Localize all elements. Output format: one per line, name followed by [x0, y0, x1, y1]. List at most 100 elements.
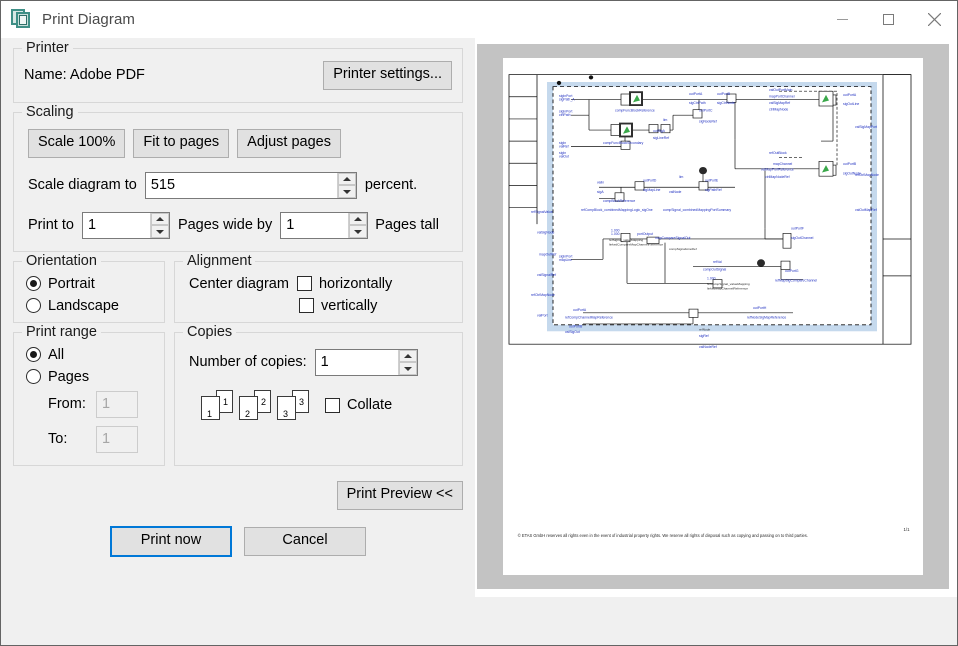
pages-tall-stepper[interactable]	[348, 213, 367, 238]
copies-stepper[interactable]	[398, 350, 417, 375]
svg-text:outPortD: outPortD	[643, 179, 657, 183]
svg-text:mapChannel: mapChannel	[773, 162, 793, 166]
pages-wide-up-icon[interactable]	[151, 213, 169, 226]
settings-pane: Printer Name: Adobe PDF Printer settings…	[1, 38, 475, 597]
svg-text:outSigA: outSigA	[653, 129, 666, 133]
radio-portrait[interactable]: Portrait	[26, 276, 154, 292]
pages-tall-input[interactable]: 1	[280, 212, 368, 239]
center-vertically-checkbox[interactable]	[299, 298, 314, 313]
copies-up-icon[interactable]	[399, 350, 417, 363]
from-page-value: 1	[97, 392, 137, 417]
scaling-legend: Scaling	[22, 104, 78, 120]
svg-text:sigCtrlPath: sigCtrlPath	[689, 101, 706, 105]
radio-all[interactable]: All	[26, 347, 154, 363]
number-of-copies-input[interactable]: 1	[315, 349, 418, 376]
diagram-window-icon	[11, 9, 33, 31]
svg-text:mapLine: mapLine	[559, 258, 572, 262]
collate-checkbox[interactable]	[325, 398, 340, 413]
pages-wide-down-icon[interactable]	[151, 225, 169, 238]
copies-legend: Copies	[183, 324, 236, 340]
alignment-group: Alignment Center diagram horizontally ve…	[174, 261, 463, 323]
radio-pages[interactable]: Pages	[26, 369, 154, 385]
svg-text:1.000: 1.000	[611, 229, 620, 233]
scale-diagram-label: Scale diagram to	[28, 177, 137, 193]
svg-text:valOutMapRef: valOutMapRef	[855, 208, 877, 212]
preview-toggle-row: Print Preview <<	[13, 481, 463, 510]
svg-text:ctrlPath: ctrlPath	[559, 113, 571, 117]
window-controls	[819, 1, 957, 38]
svg-text:sigCtrlNode: sigCtrlNode	[717, 101, 735, 105]
collate-illustration-icon: 1 1 2 2 3 3	[201, 390, 315, 421]
close-icon[interactable]	[911, 1, 957, 38]
svg-text:outPortB: outPortB	[717, 92, 730, 96]
svg-text:valSigMapRef: valSigMapRef	[769, 101, 790, 105]
radio-landscape[interactable]: Landscape	[26, 298, 154, 314]
printer-group: Printer Name: Adobe PDF Printer settings…	[13, 48, 463, 103]
svg-text:sigPath_A: sigPath_A	[559, 98, 575, 102]
orientation-alignment-row: Orientation Portrait Landscape Alignment…	[13, 261, 463, 332]
print-now-button[interactable]: Print now	[110, 526, 232, 557]
pages-wide-input[interactable]: 1	[82, 212, 170, 239]
diagram-canvas: sigInPortsigPath_A sigInPortctrlPath sig…	[503, 58, 923, 575]
copies-group: Copies Number of copies: 1	[174, 332, 463, 466]
svg-text:ctrlMapNodeRef: ctrlMapNodeRef	[765, 175, 790, 179]
scale-percent-stepper[interactable]	[337, 173, 356, 198]
svg-text:mapOutRef: mapOutRef	[539, 253, 556, 257]
svg-text:outPortB: outPortB	[843, 162, 856, 166]
from-page-input[interactable]: 1	[96, 391, 138, 418]
maximize-icon[interactable]	[865, 1, 911, 38]
svg-text:valSigNode: valSigNode	[537, 231, 555, 235]
svg-text:linkedMapChannelReference: linkedMapChannelReference	[707, 287, 748, 291]
scale-percent-down-icon[interactable]	[338, 185, 356, 198]
svg-text:valNode: valNode	[669, 190, 682, 194]
landscape-radio-icon[interactable]	[26, 298, 41, 313]
svg-text:valNodeRef: valNodeRef	[699, 345, 717, 349]
scale-percent-input[interactable]: 515	[145, 172, 357, 199]
svg-text:compSignal_combinedMappingPort: compSignal_combinedMappingPortSummary	[663, 208, 731, 212]
to-page-input[interactable]: 1	[96, 426, 138, 453]
svg-text:compSignalLineRef: compSignalLineRef	[669, 247, 697, 251]
print-preview-button[interactable]: Print Preview <<	[337, 481, 463, 510]
print-range-legend: Print range	[22, 324, 101, 340]
scaling-group: Scaling Scale 100% Fit to pages Adjust p…	[13, 112, 463, 252]
svg-text:valIn: valIn	[597, 181, 604, 185]
copies-down-icon[interactable]	[399, 362, 417, 375]
svg-text:valSigMapPort: valSigMapPort	[855, 125, 877, 129]
scale-percent-value: 515	[146, 173, 337, 198]
adjust-pages-button[interactable]: Adjust pages	[237, 129, 341, 158]
pages-tall-down-icon[interactable]	[349, 225, 367, 238]
svg-text:sigLineRef: sigLineRef	[653, 136, 669, 140]
copy-stack-1-icon: 1 1	[201, 390, 233, 421]
printer-settings-button[interactable]: Printer settings...	[323, 61, 452, 90]
dialog-actions: Print now Cancel	[13, 526, 463, 557]
print-diagram-dialog: Print Diagram Printer Name: Adobe PDF Pr…	[0, 0, 958, 646]
fit-to-pages-button[interactable]: Fit to pages	[133, 129, 229, 158]
svg-text:sigRef: sigRef	[699, 334, 709, 338]
pages-tall-label: Pages tall	[375, 217, 439, 233]
svg-text:lim: lim	[679, 175, 684, 179]
minimize-icon[interactable]	[819, 1, 865, 38]
dialog-body: Printer Name: Adobe PDF Printer settings…	[1, 38, 957, 597]
scale-percent-up-icon[interactable]	[338, 173, 356, 186]
copy-stack-3-icon: 3 3	[277, 390, 309, 421]
svg-text:valSigOut: valSigOut	[565, 330, 580, 334]
preview-page[interactable]: sigInPortsigPath_A sigInPortctrlPath sig…	[503, 58, 923, 575]
copy-stack-2-icon: 2 2	[239, 390, 271, 421]
pages-radio-icon[interactable]	[26, 369, 41, 384]
number-of-copies-value: 1	[316, 350, 398, 375]
dialog-bottom-spacer	[1, 597, 957, 645]
portrait-radio-icon[interactable]	[26, 276, 41, 291]
pages-label: Pages	[48, 369, 89, 385]
scale-100-button[interactable]: Scale 100%	[28, 129, 125, 158]
svg-text:outPortB: outPortB	[569, 325, 582, 329]
svg-text:valPort: valPort	[537, 314, 548, 318]
cancel-button[interactable]: Cancel	[244, 527, 366, 556]
pages-wide-stepper[interactable]	[150, 213, 169, 238]
print-to-label: Print to	[28, 217, 74, 233]
center-horizontally-checkbox[interactable]	[297, 276, 312, 291]
horizontally-label: horizontally	[319, 276, 392, 292]
pages-tall-up-icon[interactable]	[349, 213, 367, 226]
alignment-legend: Alignment	[183, 253, 255, 269]
print-range-group: Print range All Pages From: 1	[13, 332, 165, 466]
all-radio-icon[interactable]	[26, 347, 41, 362]
